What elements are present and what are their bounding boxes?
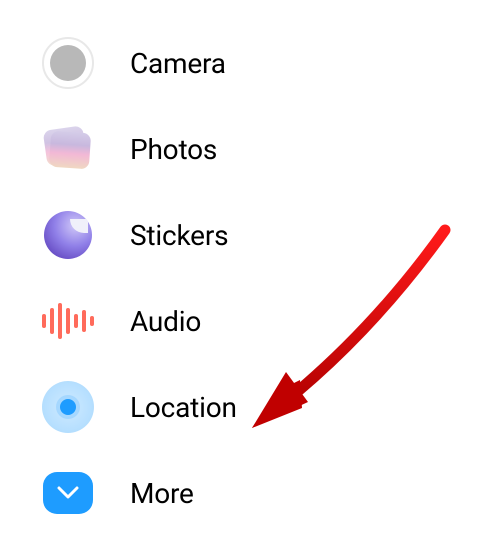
location-label: Location [130, 391, 237, 424]
camera-item[interactable]: Camera [42, 20, 500, 106]
camera-label: Camera [130, 47, 226, 80]
more-label: More [130, 477, 194, 510]
stickers-label: Stickers [130, 219, 228, 252]
chevron-down-icon [42, 467, 94, 519]
camera-icon [42, 37, 94, 89]
audio-icon [42, 295, 94, 347]
stickers-icon [42, 209, 94, 261]
photos-item[interactable]: Photos [42, 106, 500, 192]
photos-label: Photos [130, 133, 217, 166]
stickers-item[interactable]: Stickers [42, 192, 500, 278]
attachment-menu: Camera Photos Stickers Audio Location [0, 0, 500, 536]
audio-item[interactable]: Audio [42, 278, 500, 364]
photos-icon [42, 123, 94, 175]
location-icon [42, 381, 94, 433]
location-item[interactable]: Location [42, 364, 500, 450]
more-item[interactable]: More [42, 450, 500, 536]
audio-label: Audio [130, 305, 201, 338]
